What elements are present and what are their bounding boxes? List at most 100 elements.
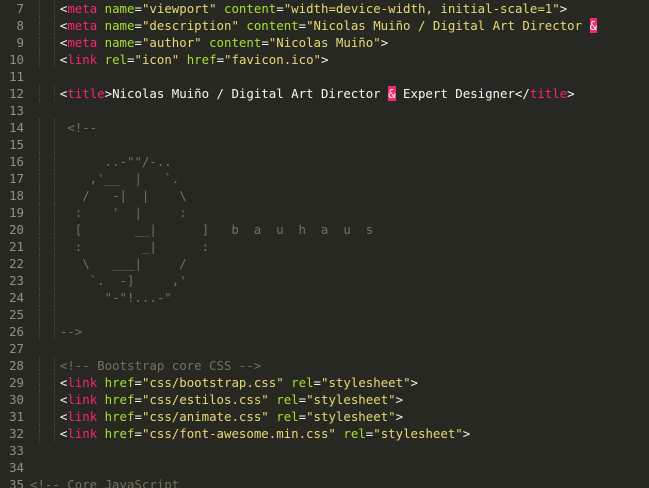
syntax-token: "stylesheet" (373, 426, 463, 441)
line-code: : ' | : (30, 204, 187, 221)
syntax-token: content (246, 18, 299, 33)
syntax-token: rel (276, 409, 299, 424)
code-line[interactable]: 13 (0, 102, 649, 119)
syntax-token: = (216, 52, 225, 67)
syntax-token: name (104, 1, 135, 16)
line-code: <!-- Core JavaScript (30, 476, 179, 488)
syntax-token: meta (67, 1, 98, 16)
code-line[interactable]: 12 <title>Nicolas Muiño / Digital Art Di… (0, 85, 649, 102)
line-number: 12 (9, 86, 24, 101)
syntax-token: > (410, 375, 419, 390)
code-line[interactable]: 15 (0, 136, 649, 153)
syntax-token: link (67, 52, 98, 67)
syntax-token: name (104, 18, 135, 33)
line-number: 8 (16, 18, 24, 33)
syntax-token: "-"!...-" (59, 290, 172, 305)
syntax-token: <!-- Core JavaScript (30, 477, 180, 488)
syntax-token: "viewport" (141, 1, 217, 16)
code-line[interactable]: 24 "-"!...-" (0, 289, 649, 306)
syntax-token: "Nicolas Muiño / Digital Art Director (306, 18, 590, 33)
syntax-token: = (134, 426, 142, 441)
syntax-token: : ' | : (59, 205, 187, 220)
syntax-token: ,'__ | `. (59, 171, 180, 186)
line-code: <meta name="description" content="Nicola… (30, 17, 598, 34)
line-number: 23 (9, 273, 24, 288)
line-code: <title>Nicolas Muiño / Digital Art Direc… (30, 85, 575, 102)
code-line[interactable]: 8 <meta name="description" content="Nico… (0, 17, 649, 34)
code-line[interactable]: 25 (0, 306, 649, 323)
syntax-token: = (313, 375, 322, 390)
code-line[interactable]: 22 \ ___| / (0, 255, 649, 272)
code-editor[interactable]: 7 <meta name="viewport" content="width=d… (0, 0, 649, 488)
syntax-token: "icon" (134, 52, 180, 67)
syntax-token: <!-- (59, 120, 98, 135)
code-line[interactable]: 17 ,'__ | `. (0, 170, 649, 187)
line-code: <meta name="author" content="Nicolas Mui… (30, 34, 388, 51)
syntax-token: Expert Designer</ (395, 86, 530, 101)
syntax-token (202, 35, 209, 50)
line-number: 16 (9, 154, 24, 169)
syntax-token: = (298, 392, 307, 407)
code-line[interactable]: 18 / -| | \ (0, 187, 649, 204)
code-line[interactable]: 32 <link href="css/font-awesome.min.css"… (0, 425, 649, 442)
syntax-token: > (395, 392, 404, 407)
syntax-token (179, 52, 186, 67)
syntax-token: title (67, 86, 105, 101)
line-code: "-"!...-" (30, 289, 172, 306)
code-line[interactable]: 35 <!-- Core JavaScript (0, 476, 649, 488)
syntax-token: "css/animate.css" (141, 409, 269, 424)
syntax-token: "favicon.ico" (224, 52, 322, 67)
code-line[interactable]: 20 [ __| ] b a u h a u s (0, 221, 649, 238)
line-number: 34 (9, 460, 24, 475)
syntax-token: \ ___| / (59, 256, 187, 271)
code-line[interactable]: 30 <link href="css/estilos.css" rel="sty… (0, 391, 649, 408)
syntax-token: href (104, 409, 135, 424)
line-code: <link href="css/animate.css" rel="styles… (30, 408, 403, 425)
line-code: \ ___| / (30, 255, 187, 272)
syntax-token: "description" (141, 18, 239, 33)
syntax-token (97, 392, 104, 407)
code-line[interactable]: 26 --> (0, 323, 649, 340)
code-line[interactable]: 34 (0, 459, 649, 476)
code-line[interactable]: 7 <meta name="viewport" content="width=d… (0, 0, 649, 17)
code-lines[interactable]: 7 <meta name="viewport" content="width=d… (0, 0, 649, 488)
line-number: 10 (9, 52, 24, 67)
syntax-token: --> (59, 324, 83, 339)
syntax-token (97, 375, 104, 390)
code-line[interactable]: 33 (0, 442, 649, 459)
syntax-token: = (134, 409, 142, 424)
code-line[interactable]: 28 <!-- Bootstrap core CSS --> (0, 357, 649, 374)
code-line[interactable]: 31 <link href="css/animate.css" rel="sty… (0, 408, 649, 425)
syntax-token: ..-""/-.. (59, 154, 172, 169)
line-number: 19 (9, 205, 24, 220)
syntax-token: "css/bootstrap.css" (141, 375, 284, 390)
code-line[interactable]: 23 `. -] ,' (0, 272, 649, 289)
line-code: `. -] ,' (30, 272, 187, 289)
code-line[interactable]: 21 : _| : (0, 238, 649, 255)
syntax-token: name (104, 35, 135, 50)
syntax-token: rel (343, 426, 366, 441)
line-code: <!-- Bootstrap core CSS --> (30, 357, 261, 374)
syntax-token: = (134, 375, 142, 390)
syntax-token: rel (276, 392, 299, 407)
code-line[interactable]: 19 : ' | : (0, 204, 649, 221)
syntax-token: "width=device-width, initial-scale=1" (283, 1, 560, 16)
syntax-token: href (104, 392, 135, 407)
code-line[interactable]: 29 <link href="css/bootstrap.css" rel="s… (0, 374, 649, 391)
line-number: 28 (9, 358, 24, 373)
code-line[interactable]: 9 <meta name="author" content="Nicolas M… (0, 34, 649, 51)
code-line[interactable]: 11 (0, 68, 649, 85)
code-line[interactable]: 10 <link rel="icon" href="favicon.ico"> (0, 51, 649, 68)
code-line[interactable]: 16 ..-""/-.. (0, 153, 649, 170)
code-line[interactable]: 27 (0, 340, 649, 357)
code-line[interactable]: 14 <!-- (0, 119, 649, 136)
